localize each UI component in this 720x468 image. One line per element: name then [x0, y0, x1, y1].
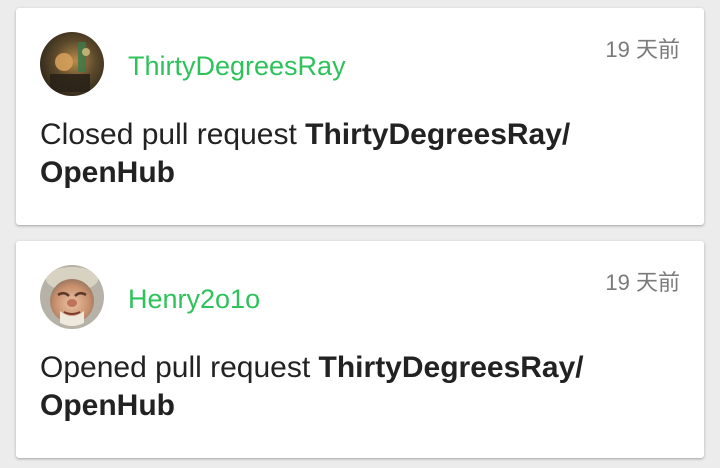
event-time: 19 天前 — [605, 270, 680, 295]
event-card[interactable]: Henry2o1o 19 天前 Opened pull request Thir… — [16, 241, 704, 458]
event-card[interactable]: ThirtyDegreesRay 19 天前 Closed pull reque… — [16, 8, 704, 225]
avatar[interactable] — [40, 32, 104, 96]
user-photo-icon — [40, 32, 104, 96]
action-text: Closed pull request — [40, 118, 306, 151]
username[interactable]: Henry2o1o — [128, 283, 260, 315]
username[interactable]: ThirtyDegreesRay — [128, 50, 346, 82]
event-time: 19 天前 — [605, 37, 680, 62]
action-text: Opened pull request — [40, 351, 319, 384]
user-photo-icon — [40, 265, 104, 329]
event-feed: ThirtyDegreesRay 19 天前 Closed pull reque… — [0, 0, 720, 468]
event-description: Closed pull request ThirtyDegreesRay/ Op… — [40, 116, 640, 192]
event-description: Opened pull request ThirtyDegreesRay/ Op… — [40, 349, 640, 425]
avatar[interactable] — [40, 265, 104, 329]
